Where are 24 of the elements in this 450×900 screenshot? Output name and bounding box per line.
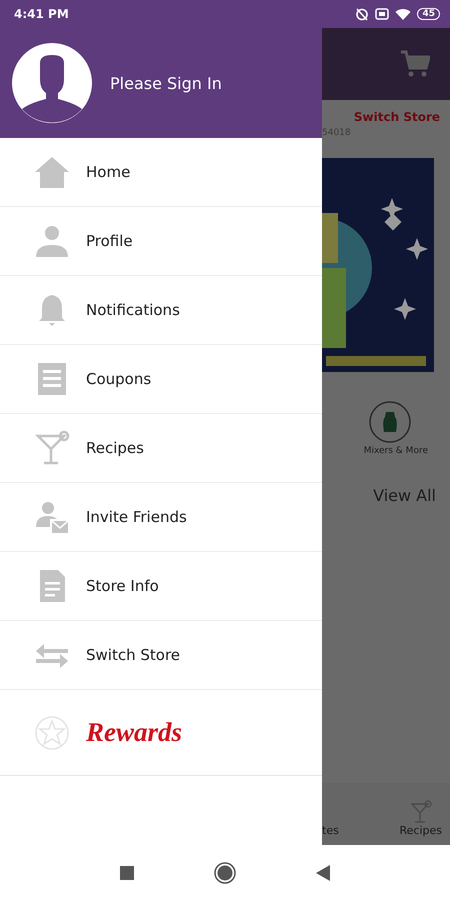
back-button[interactable]	[316, 864, 330, 880]
alarm-off-icon	[355, 7, 370, 21]
battery-icon: 45	[417, 8, 440, 20]
menu-item[interactable]: Home	[0, 138, 322, 207]
cocktail-glass-icon	[34, 430, 70, 466]
avatar-icon	[12, 43, 92, 123]
star-badge-icon	[34, 714, 70, 750]
person-mail-icon	[34, 499, 70, 535]
menu-item[interactable]: Store Info	[0, 552, 322, 621]
sign-in-prompt[interactable]: Please Sign In	[110, 74, 222, 92]
recents-button[interactable]	[120, 866, 134, 880]
menu-item[interactable]: Invite Friends	[0, 483, 322, 552]
menu-item[interactable]: Switch Store	[0, 621, 322, 690]
home-button[interactable]	[214, 862, 236, 884]
menu-item[interactable]: Coupons	[0, 345, 322, 414]
category-label: Mixers & More	[364, 446, 428, 456]
wifi-icon	[395, 8, 412, 20]
menu-item[interactable]: Notifications	[0, 276, 322, 345]
person-icon	[34, 223, 70, 259]
menu-item[interactable]: Profile	[0, 207, 322, 276]
shaker-icon[interactable]	[368, 400, 412, 444]
home-icon	[34, 154, 70, 190]
status-time: 4:41 PM	[14, 7, 69, 21]
screen-icon	[375, 8, 390, 20]
